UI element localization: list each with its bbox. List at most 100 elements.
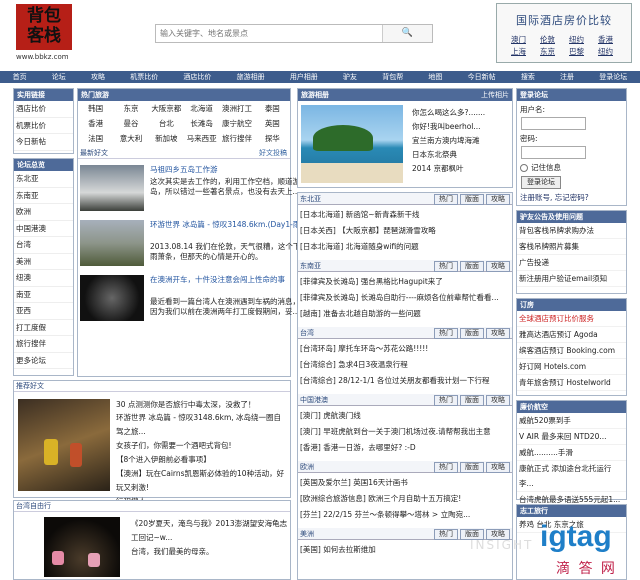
nav-link[interactable]: 今日新帖 — [468, 72, 496, 82]
site-logo[interactable]: 背包 客栈 — [16, 4, 72, 50]
nav-link[interactable]: 酒店比价 — [183, 72, 211, 82]
hotel-city-link[interactable]: 香港 — [598, 34, 627, 46]
taiwan-item[interactable]: 台湾，我们最美的母亲。 — [129, 545, 289, 559]
hot-travel-link[interactable]: 探华 — [255, 131, 290, 146]
section-tab[interactable]: 版面 — [460, 328, 484, 339]
booking-item[interactable]: 好订网 Hotels.com — [517, 359, 626, 375]
section-post[interactable]: [芬兰] 22/2/15 芬兰～条顿得攀～塔林 > 立陶宛... — [298, 507, 512, 523]
login-button[interactable]: 登录论坛 — [521, 176, 561, 189]
section-tab[interactable]: 热门 — [434, 261, 458, 272]
hot-travel-link[interactable]: 马来西亚 — [184, 131, 219, 146]
section-tab[interactable]: 热门 — [434, 529, 458, 540]
section-tab[interactable]: 热门 — [434, 395, 458, 406]
submit-article-link[interactable]: 好文投稿 — [259, 148, 290, 159]
album-item[interactable]: 宜兰南方澳内埤海滩 — [410, 134, 512, 148]
section-post[interactable]: [越南] 准备去北越自助游的一些问题 — [298, 306, 512, 322]
hotel-city-link[interactable]: 伦敦 — [540, 34, 569, 46]
forum-link[interactable]: 南亚 — [14, 287, 73, 303]
notice-item[interactable]: 新注册用户验证email须知 — [517, 271, 626, 287]
hot-travel-link[interactable]: 大阪京都 — [149, 101, 184, 116]
album-item[interactable]: 你好!我叫beerhol... — [410, 120, 512, 134]
section-title[interactable]: 美洲 — [300, 530, 314, 538]
recommended-item[interactable]: 【澳洲】玩在Cairns凯恩斯必体验的10种活动，好玩又刺激! — [114, 467, 288, 495]
hot-travel-link[interactable]: 法国 — [78, 131, 113, 146]
hot-travel-link[interactable]: 澳洲打工 — [219, 101, 254, 116]
recommended-item[interactable]: 女孩子们，你需要一个酒吧式背包! — [114, 439, 288, 453]
notice-item[interactable]: 广告投递 — [517, 255, 626, 271]
forum-link[interactable]: 中国港澳 — [14, 221, 73, 237]
recommended-item[interactable]: 环游世界 冰岛篇 - 惊叹3148.6km, 冰岛绕一圈自驾之旅... — [114, 411, 288, 439]
section-tab[interactable]: 版面 — [460, 462, 484, 473]
section-post[interactable]: [欧洲综合旅游信息] 欧洲三个月自助十五万搞定! — [298, 491, 512, 507]
section-post[interactable]: [日本北海道] 新函馆~新青森新干线 — [298, 207, 512, 223]
section-tab[interactable]: 热门 — [434, 328, 458, 339]
booking-item[interactable]: 缤客酒店预订 Booking.com — [517, 343, 626, 359]
taiwan-photo[interactable] — [44, 517, 120, 577]
forum-link[interactable]: 台湾 — [14, 237, 73, 254]
section-tab[interactable]: 攻略 — [486, 194, 510, 205]
album-item[interactable]: 日本东北祭典 — [410, 148, 512, 162]
section-post[interactable]: [台湾综合] 急求4日3夜温泉行程 — [298, 357, 512, 373]
forum-link[interactable]: 纽澳 — [14, 270, 73, 287]
notice-item[interactable]: 背包客栈吊牌求购办法 — [517, 223, 626, 239]
section-post[interactable]: [澳门] 早班虎航到台一关于澳门机场过夜.请帮帮我出主意 — [298, 424, 512, 440]
section-tab[interactable]: 热门 — [434, 194, 458, 205]
nav-link[interactable]: 地图 — [428, 72, 442, 82]
notice-item[interactable]: 客栈吊牌照片募集 — [517, 239, 626, 255]
hot-travel-link[interactable]: 韩国 — [78, 101, 113, 116]
useful-link[interactable]: 酒店比价 — [14, 101, 73, 118]
article-thumbnail[interactable] — [80, 165, 144, 211]
nav-link[interactable]: 背包帮 — [382, 72, 403, 82]
section-tab[interactable]: 攻略 — [486, 328, 510, 339]
section-post[interactable]: [菲律宾及长滩岛] 长滩岛自助行----麻烦各位前辈帮忙看看... — [298, 290, 512, 306]
cheap-air-item[interactable]: 威航520票到手 — [517, 413, 626, 429]
nav-link[interactable]: 搜索 — [521, 72, 535, 82]
nav-link[interactable]: 攻略 — [91, 72, 105, 82]
section-post[interactable]: [台湾综合] 28/12-1/1 各位过关朋友都看我计划一下行程 — [298, 373, 512, 389]
recommended-photo[interactable] — [18, 399, 110, 491]
section-tab[interactable]: 攻略 — [486, 395, 510, 406]
album-item[interactable]: 2014 京都枫叶 — [410, 162, 512, 176]
recommended-lead[interactable]: 30 点测测你是否旅行中毒太深，没救了！ — [114, 399, 288, 411]
hot-travel-link[interactable]: 香港 — [78, 116, 113, 131]
section-tab[interactable]: 版面 — [460, 261, 484, 272]
nav-link[interactable]: 用户相册 — [290, 72, 318, 82]
forum-link[interactable]: 美洲 — [14, 254, 73, 270]
forum-link[interactable]: 东北亚 — [14, 171, 73, 188]
hot-travel-link[interactable]: 北海道 — [184, 101, 219, 116]
hot-travel-link[interactable]: 意大利 — [113, 131, 148, 146]
section-post[interactable]: [台湾环岛] 摩托车环岛～苏花公路!!!!! — [298, 341, 512, 357]
cheap-air-item[interactable]: 康航正式 添加途台北托运行李... — [517, 461, 626, 492]
nav-link[interactable]: 论坛 — [52, 72, 66, 82]
nav-link[interactable]: 注册 — [560, 72, 574, 82]
booking-item[interactable]: 青年旅舍预订 Hostelworld — [517, 375, 626, 391]
hotel-city-link[interactable]: 纽约 — [569, 34, 598, 46]
remember-checkbox[interactable] — [520, 163, 528, 172]
section-tab[interactable]: 热门 — [434, 462, 458, 473]
section-post[interactable]: [菲律宾及长滩岛] 强台黑格比Hagupit来了 — [298, 274, 512, 290]
cheap-air-item[interactable]: 威航..........手滑 — [517, 445, 626, 461]
section-post[interactable]: [澳门] 虎航澳门线 — [298, 408, 512, 424]
hotel-city-link[interactable]: 东京 — [540, 46, 569, 58]
article-thumbnail[interactable] — [80, 275, 144, 321]
taiwan-item[interactable]: 《20岁夏天，淹鸟与我》2013澎湖望安海龟志工回记~w... — [129, 517, 289, 545]
forum-link[interactable]: 更多论坛 — [14, 353, 73, 369]
password-field[interactable] — [521, 146, 586, 159]
section-post[interactable]: [日本关西] 【大阪京都】琵琶湖滑雪攻略 — [298, 223, 512, 239]
section-title[interactable]: 东南亚 — [300, 262, 321, 270]
hot-travel-link[interactable]: 曼谷 — [113, 116, 148, 131]
forum-link[interactable]: 亚西 — [14, 303, 73, 320]
section-post[interactable]: [香港] 香港一日游，去哪里好? :-D — [298, 440, 512, 456]
register-forgot-links[interactable]: 注册账号, 忘记密码? — [517, 192, 626, 203]
username-field[interactable] — [521, 117, 586, 130]
album-item[interactable]: 你怎么喝这么多?....... — [410, 106, 512, 120]
hotel-city-link[interactable]: 澳门 — [511, 34, 540, 46]
section-tab[interactable]: 版面 — [460, 395, 484, 406]
hot-travel-link[interactable]: 新加坡 — [149, 131, 184, 146]
upload-photo-link[interactable]: 上传相片 — [481, 89, 512, 101]
nav-link[interactable]: 驴友 — [343, 72, 357, 82]
search-input[interactable] — [156, 25, 384, 42]
search-button[interactable]: 🔍 — [382, 25, 432, 42]
forum-link[interactable]: 东南亚 — [14, 188, 73, 204]
hot-travel-link[interactable]: 旅行搜伴 — [219, 131, 254, 146]
